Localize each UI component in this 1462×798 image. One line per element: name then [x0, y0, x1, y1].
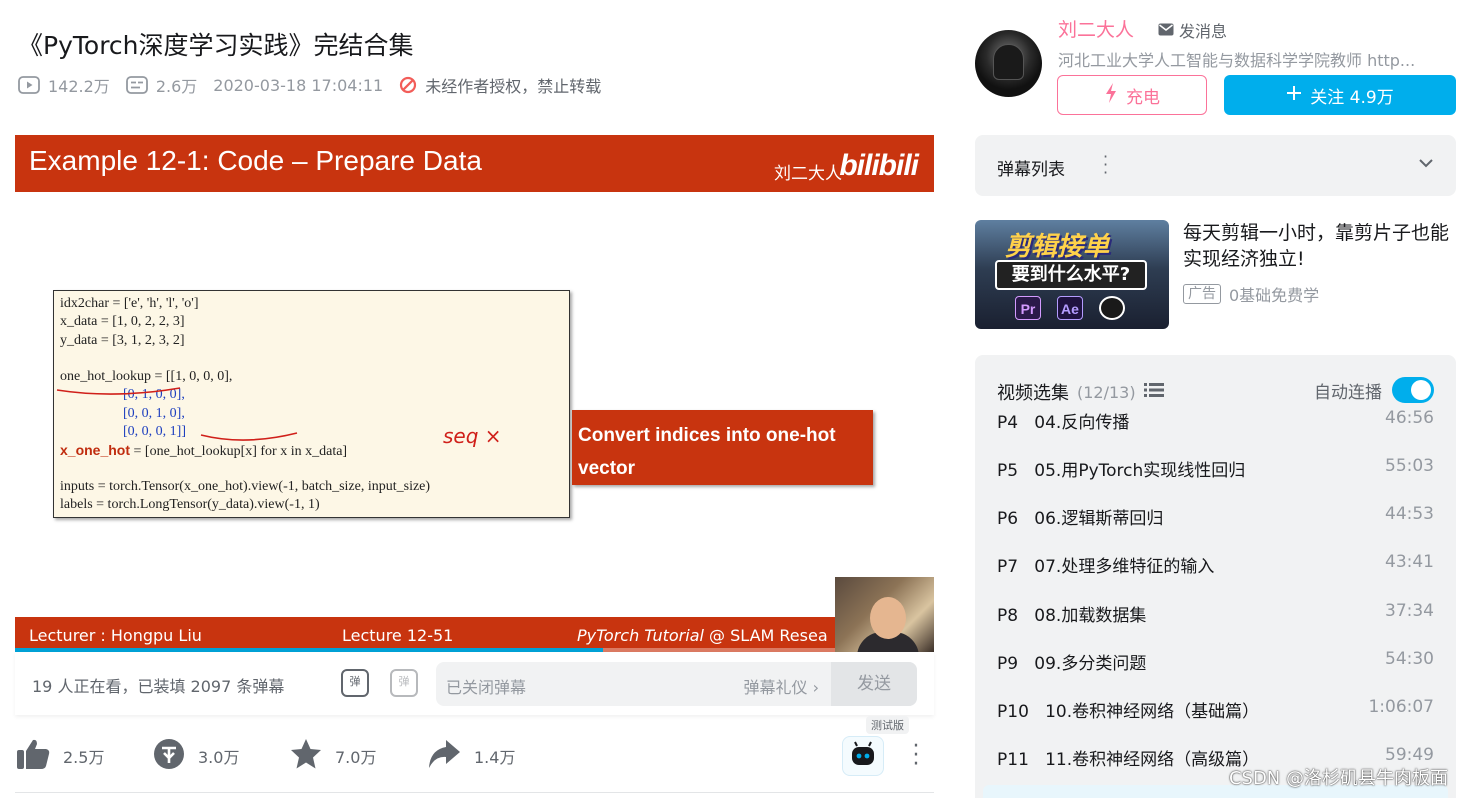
prohibited-icon — [399, 76, 417, 94]
danmaku-toggle-icon[interactable]: 弹 — [341, 669, 369, 697]
thumbs-up-icon — [15, 737, 51, 775]
ad-tagline: 广告 0基础免费学 — [1183, 282, 1319, 306]
uploader-avatar[interactable] — [975, 30, 1042, 97]
danmaku-count-icon — [125, 76, 148, 94]
ad-thumb-title: 剪辑接单 — [1005, 232, 1110, 262]
coin-icon — [152, 737, 186, 775]
video-player[interactable]: Example 12-1: Code – Prepare Data 刘二大人 b… — [15, 135, 934, 652]
plus-icon — [1286, 85, 1302, 106]
episode-item[interactable]: P4 04.反向传播 46:56 — [975, 408, 1456, 434]
chevron-down-icon[interactable] — [1418, 155, 1434, 175]
assistant-beta-badge: 测试版 — [866, 716, 909, 734]
episode-item[interactable]: P5 05.用PyTorch实现线性回归 55:03 — [975, 456, 1456, 482]
danmaku-list-panel[interactable]: 弹幕列表 · · · — [975, 135, 1456, 196]
robot-icon — [843, 741, 883, 779]
video-toolbar: 2.5万 3.0万 7.0万 1.4万 — [15, 736, 563, 776]
ad-thumb-subtitle: 要到什么水平? — [995, 260, 1147, 290]
davinci-icon — [1099, 296, 1125, 320]
divider — [15, 792, 934, 793]
handwritten-note: seq × — [443, 424, 502, 448]
send-message-link[interactable]: 发消息 — [1158, 18, 1227, 42]
danmaku-list-label: 弹幕列表 — [997, 160, 1065, 180]
share-button[interactable]: 1.4万 — [426, 737, 563, 775]
viewer-count: 19 人正在看，已装填 2097 条弹幕 — [32, 677, 285, 696]
tutorial-credit: PyTorch Tutorial @ SLAM Resea — [577, 626, 828, 645]
danmaku-settings-icon[interactable]: 弹 — [390, 669, 418, 697]
charge-button[interactable]: 充电 — [1057, 75, 1207, 115]
send-button[interactable]: 发送 — [831, 662, 917, 706]
slide-footer: Lecturer : Hongpu Liu Lecture 12-51 PyTo… — [15, 617, 934, 652]
episode-playlist: 视频选集 (12/13) 自动连播 P4 04.反向传播 46:56 P5 05.… — [975, 355, 1456, 798]
danmaku-etiquette-link[interactable]: 弹幕礼仪 › — [744, 674, 820, 698]
envelope-icon — [1158, 21, 1174, 40]
toggle-switch[interactable] — [1392, 377, 1434, 403]
like-button[interactable]: 2.5万 — [15, 737, 152, 775]
play-count-icon — [18, 76, 40, 94]
episode-item[interactable]: P6 06.逻辑斯蒂回归 44:53 — [975, 504, 1456, 530]
list-view-icon[interactable] — [1143, 382, 1164, 403]
coin-button[interactable]: 3.0万 — [152, 737, 289, 775]
publish-time: 2020-03-18 17:04:11 — [213, 75, 384, 95]
episode-item[interactable]: P8 08.加载数据集 37:34 — [975, 601, 1456, 627]
uploader-name[interactable]: 刘二大人 — [1058, 15, 1134, 42]
star-icon — [289, 737, 323, 775]
uploader-description: 河北工业大学人工智能与数据科学学院教师 http... — [1058, 51, 1416, 70]
episode-item[interactable]: P9 09.多分类问题 54:30 — [975, 649, 1456, 675]
more-options-icon[interactable]: · · · — [908, 736, 924, 776]
after-effects-icon: Ae — [1057, 296, 1083, 320]
playlist-header: 视频选集 (12/13) — [997, 379, 1164, 405]
danmaku-count: 2.6万 — [125, 73, 197, 97]
more-vertical-icon[interactable]: · · · — [1103, 149, 1111, 181]
video-meta: 142.2万 2.6万 2020-03-18 17:04:11 未经作者授权，禁… — [18, 73, 601, 97]
playlist-count: (12/13) — [1077, 382, 1136, 402]
lecturer-webcam — [835, 577, 934, 652]
ai-assistant-button[interactable] — [842, 736, 884, 776]
callout-box: Convert indices into one-hot vector — [572, 410, 873, 485]
ad-badge: 广告 — [1183, 284, 1221, 304]
autoplay-toggle[interactable]: 自动连播 — [1314, 377, 1434, 403]
episode-item[interactable]: P7 07.处理多维特征的输入 43:41 — [975, 552, 1456, 578]
ad-title[interactable]: 每天剪辑一小时，靠剪片子也能实现经济独立! — [1183, 220, 1456, 272]
pen-annotations: seq × — [56, 387, 502, 448]
episode-item[interactable]: P10 10.卷积神经网络（基础篇） 1:06:07 — [975, 697, 1456, 723]
csdn-watermark: CSDN @洛杉矶县牛肉板面 — [1228, 768, 1448, 789]
follow-button[interactable]: 关注 4.9万 — [1224, 75, 1456, 115]
danmaku-input-placeholder: 已关闭弹幕 — [446, 678, 527, 697]
playlist-title: 视频选集 — [997, 383, 1069, 404]
ad-thumbnail[interactable]: 剪辑接单 要到什么水平? Pr Ae — [975, 220, 1169, 329]
view-count: 142.2万 — [18, 73, 110, 97]
premiere-icon: Pr — [1015, 296, 1041, 320]
lecturer: Lecturer : Hongpu Liu — [29, 626, 202, 645]
share-arrow-icon — [426, 737, 462, 775]
video-title: 《PyTorch深度学习实践》完结合集 — [18, 31, 414, 60]
danmaku-input[interactable]: 已关闭弹幕 弹幕礼仪 › 发送 — [436, 662, 917, 706]
lecture-number: Lecture 12-51 — [342, 626, 454, 645]
danmaku-send-bar: 19 人正在看，已装填 2097 条弹幕 弹 弹 已关闭弹幕 弹幕礼仪 › 发送 — [15, 652, 934, 715]
favorite-button[interactable]: 7.0万 — [289, 737, 426, 775]
rights-notice: 未经作者授权，禁止转载 — [399, 73, 601, 97]
lightning-icon — [1104, 82, 1118, 109]
